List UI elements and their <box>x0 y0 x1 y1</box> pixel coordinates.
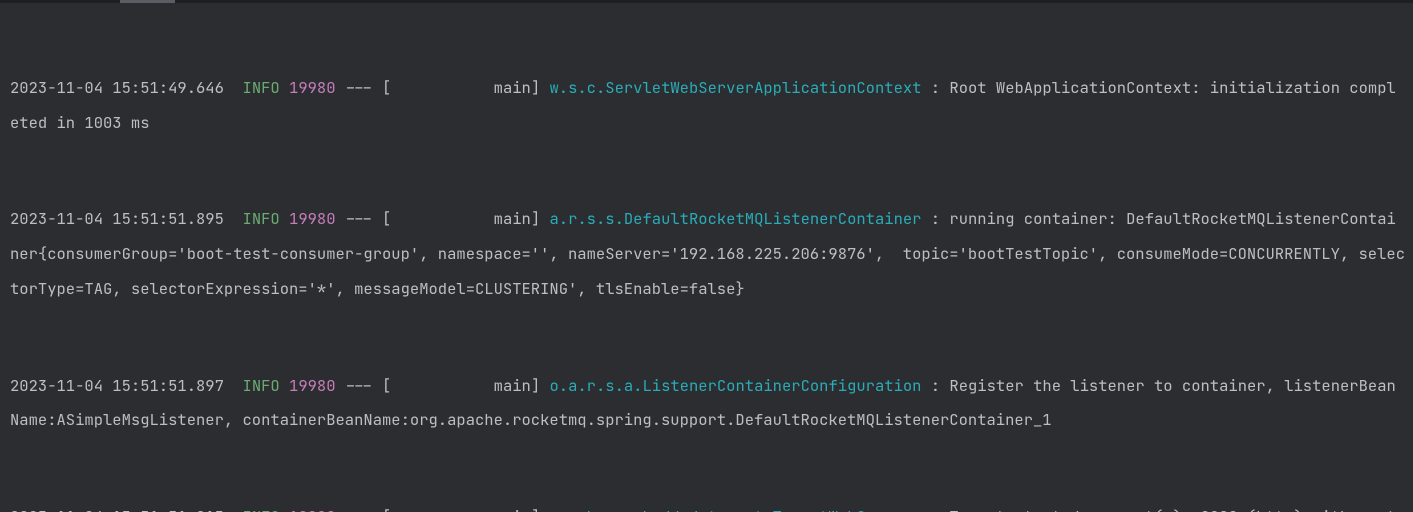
console-top-border <box>0 0 1413 3</box>
log-sep: --- [ <box>336 375 392 396</box>
log-space <box>224 208 243 229</box>
log-space <box>224 506 243 512</box>
log-sep: --- [ <box>336 77 392 98</box>
log-thread: main] <box>391 77 549 98</box>
log-space <box>224 77 243 98</box>
log-timestamp: 2023-11-04 15:51:51.897 <box>10 375 224 396</box>
log-space <box>280 77 289 98</box>
log-timestamp: 2023-11-04 15:51:51.895 <box>10 208 224 229</box>
log-colon: : <box>921 506 949 512</box>
log-colon: : <box>921 375 949 396</box>
console-scroll-marker <box>120 0 175 3</box>
log-sep: --- [ <box>336 208 392 229</box>
log-thread: main] <box>391 506 549 512</box>
log-sep: --- [ <box>336 506 392 512</box>
log-space <box>280 506 289 512</box>
log-level: INFO <box>243 506 280 512</box>
log-timestamp: 2023-11-04 15:51:49.646 <box>10 77 224 98</box>
log-space <box>280 375 289 396</box>
console-output[interactable]: 2023-11-04 15:51:49.646 INFO 19980 --- [… <box>0 3 1413 512</box>
log-pid: 19980 <box>289 375 336 396</box>
log-line: 2023-11-04 15:51:51.915 INFO 19980 --- [… <box>10 500 1405 512</box>
log-space <box>280 208 289 229</box>
log-level: INFO <box>243 208 280 229</box>
log-thread: main] <box>391 375 549 396</box>
log-pid: 19980 <box>289 208 336 229</box>
log-level: INFO <box>243 77 280 98</box>
log-line: 2023-11-04 15:51:51.895 INFO 19980 --- [… <box>10 202 1405 306</box>
log-logger: o.a.r.s.a.ListenerContainerConfiguration <box>549 375 921 396</box>
log-colon: : <box>921 208 949 229</box>
log-logger: o.s.b.w.embedded.tomcat.TomcatWebServer <box>549 506 921 512</box>
log-level: INFO <box>243 375 280 396</box>
log-pid: 19980 <box>289 77 336 98</box>
log-space <box>224 375 243 396</box>
log-pid: 19980 <box>289 506 336 512</box>
log-line: 2023-11-04 15:51:49.646 INFO 19980 --- [… <box>10 71 1405 140</box>
log-timestamp: 2023-11-04 15:51:51.915 <box>10 506 224 512</box>
log-logger: a.r.s.s.DefaultRocketMQListenerContainer <box>549 208 921 229</box>
log-colon: : <box>921 77 949 98</box>
log-line: 2023-11-04 15:51:51.897 INFO 19980 --- [… <box>10 369 1405 438</box>
log-thread: main] <box>391 208 549 229</box>
log-logger: w.s.c.ServletWebServerApplicationContext <box>549 77 921 98</box>
